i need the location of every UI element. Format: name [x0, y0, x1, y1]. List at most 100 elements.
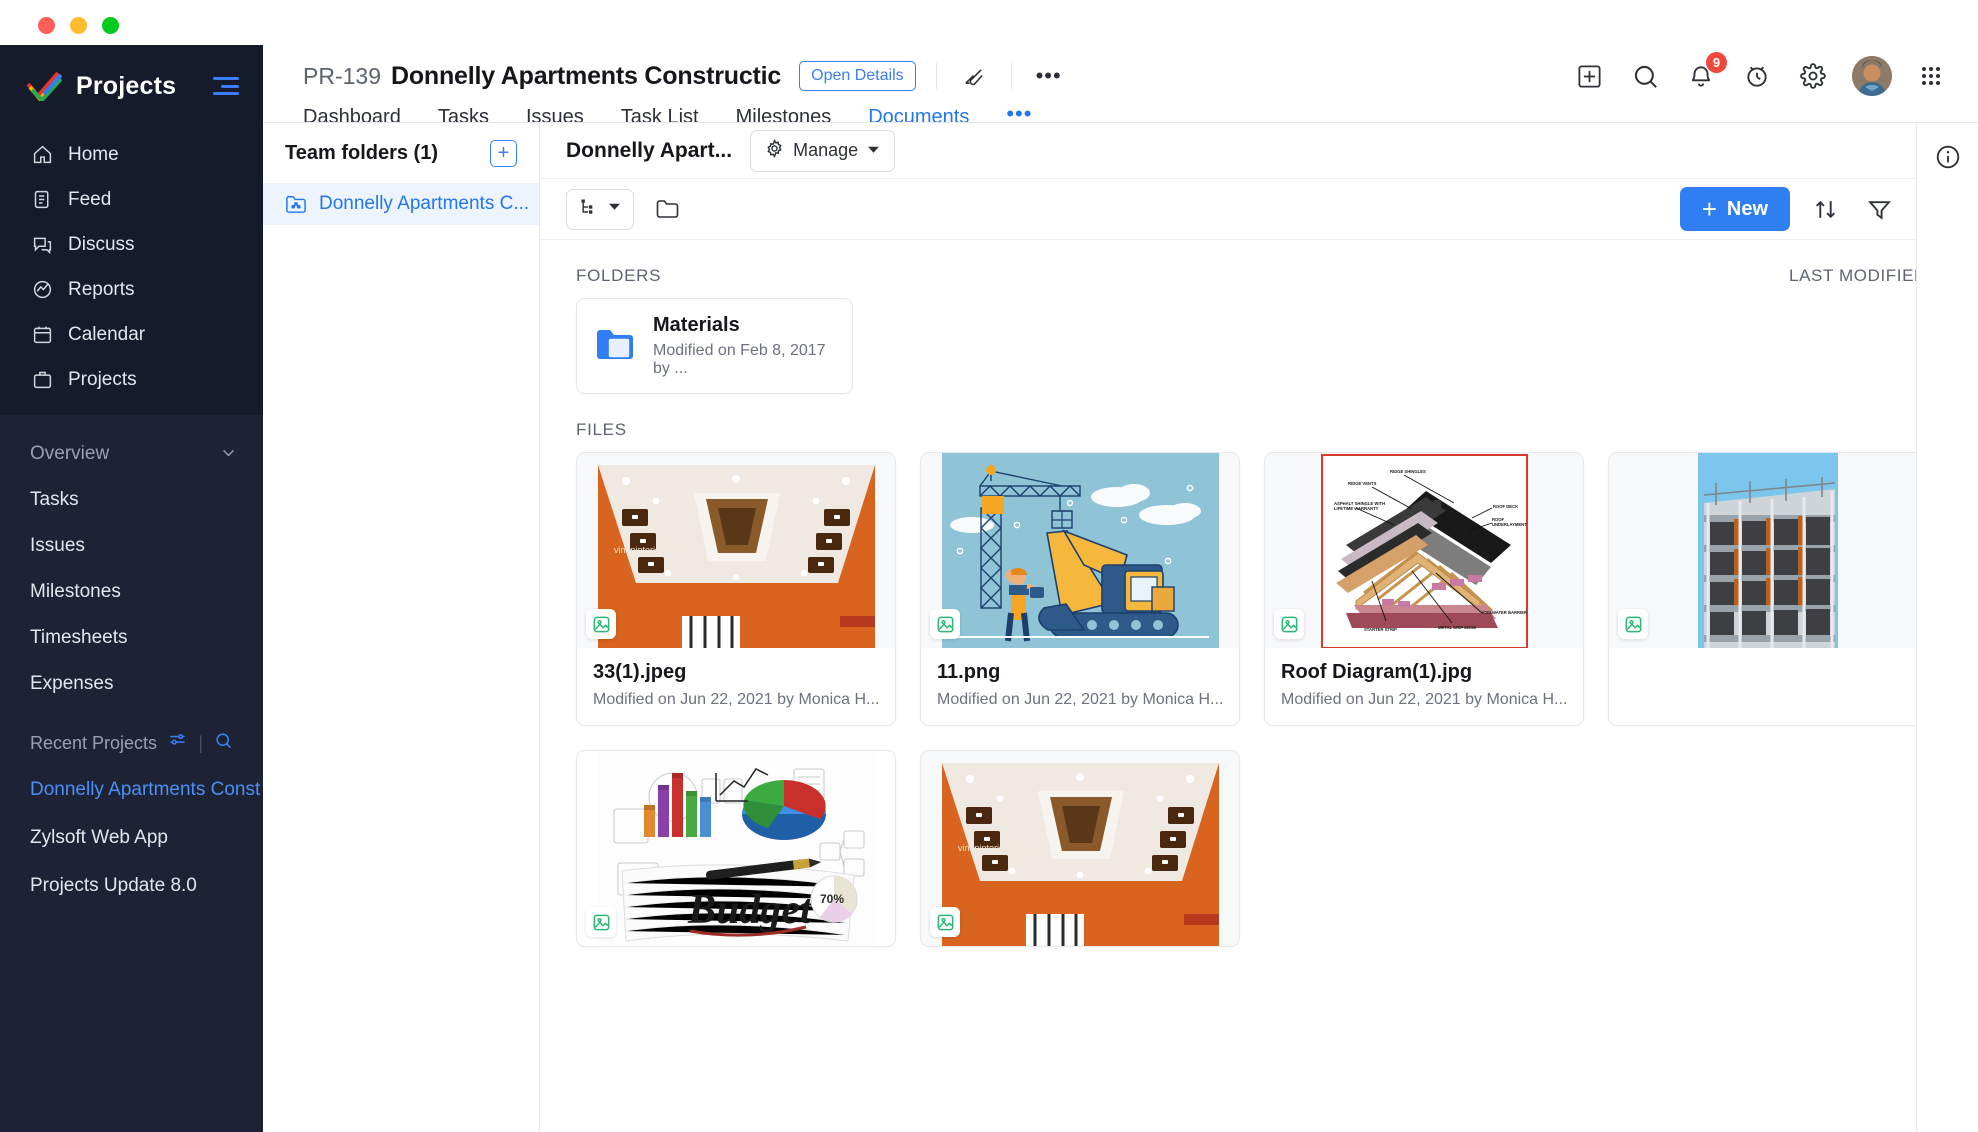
sidebar-item-discuss[interactable]: Discuss [0, 227, 263, 262]
team-folders-header: Team folders (1) + [263, 123, 539, 183]
gear-icon[interactable] [1796, 59, 1830, 93]
info-icon[interactable] [1931, 140, 1965, 174]
file-name: 33(1).jpeg [593, 661, 879, 684]
documents-panel: Donnelly Apart... Manage [540, 123, 1978, 1132]
notifications-icon[interactable]: 9 [1684, 59, 1718, 93]
close-window-button[interactable] [38, 17, 55, 34]
file-card[interactable]: 11.png Modified on Jun 22, 2021 by Monic… [920, 452, 1240, 726]
sidebar-subitem-label: Timesheets [30, 627, 128, 649]
window-controls [38, 17, 119, 34]
window-titlebar [0, 0, 1978, 45]
sidebar-item-feed[interactable]: Feed [0, 182, 263, 217]
view-tree-selector[interactable] [566, 189, 634, 230]
sidebar-item-reports[interactable]: Reports [0, 272, 263, 307]
file-card[interactable]: vinupinteriorhomes [920, 750, 1240, 947]
sidebar-main-nav: Home Feed Discuss Reports [0, 127, 263, 415]
sidebar-item-expenses[interactable]: Expenses [0, 666, 263, 701]
files-section-label: FILES [576, 420, 627, 440]
recent-project-item[interactable]: Projects Update 8.0 [0, 869, 263, 903]
file-meta: Modified on Jun 22, 2021 by Monica H... [937, 691, 1223, 709]
file-card[interactable]: vinupinteriorhomes 33(1).jpeg Modified o… [576, 452, 896, 726]
sidebar-overview-label: Overview [30, 443, 109, 465]
briefcase-icon [30, 368, 54, 392]
recent-project-item[interactable]: Zylsoft Web App [0, 821, 263, 855]
projects-logo-icon [26, 71, 62, 101]
folder-icon [595, 326, 637, 367]
file-card[interactable]: RIDGE SHINGLES RIDGE VENTS ASPHALT SHING… [1264, 452, 1584, 726]
filter-settings-icon[interactable] [168, 731, 187, 755]
app-grid-icon[interactable] [1914, 59, 1948, 93]
sidebar-item-timesheets[interactable]: Timesheets [0, 620, 263, 655]
attach-icon[interactable] [957, 59, 991, 93]
documents-toolbar: + New [540, 178, 1978, 240]
svg-text:RIDGE SHINGLES: RIDGE SHINGLES [1390, 469, 1426, 474]
svg-text:vinupinteriorhomes: vinupinteriorhomes [958, 843, 1035, 853]
svg-text:70%: 70% [820, 892, 844, 906]
avatar[interactable] [1852, 56, 1892, 96]
divider [1011, 63, 1012, 89]
minimize-window-button[interactable] [70, 17, 87, 34]
open-details-button[interactable]: Open Details [799, 61, 916, 91]
svg-text:ICE&WATER BARRIER: ICE&WATER BARRIER [1482, 610, 1527, 615]
shared-folder-icon [285, 194, 307, 214]
svg-text:STARTER STRIP: STARTER STRIP [1364, 627, 1397, 632]
svg-text:ROOF DECK: ROOF DECK [1493, 504, 1518, 509]
new-button[interactable]: + New [1680, 187, 1790, 231]
sidebar-brand[interactable]: Projects [0, 45, 263, 127]
sidebar-subitem-label: Expenses [30, 673, 113, 695]
search-recent-icon[interactable] [214, 731, 233, 755]
image-file-type-icon [930, 609, 960, 639]
manage-button[interactable]: Manage [750, 130, 895, 172]
sidebar-item-projects[interactable]: Projects [0, 362, 263, 397]
add-team-folder-button[interactable]: + [490, 140, 517, 167]
header-title-row: PR-139 Donnelly Apartments Constructic O… [263, 45, 1978, 97]
add-icon[interactable] [1572, 59, 1606, 93]
team-folder-item[interactable]: Donnelly Apartments C... [263, 183, 539, 225]
team-folder-label: Donnelly Apartments C... [319, 193, 529, 215]
team-folders-pane: Team folders (1) + Donnelly Apartments C… [263, 123, 540, 1132]
team-folders-title: Team folders (1) [285, 142, 438, 165]
filter-icon[interactable] [1860, 190, 1898, 228]
sort-icon[interactable] [1806, 190, 1844, 228]
search-icon[interactable] [1628, 59, 1662, 93]
sidebar-item-calendar[interactable]: Calendar [0, 317, 263, 352]
image-file-type-icon [586, 609, 616, 639]
chevron-down-icon [608, 200, 621, 218]
sidebar-item-label: Calendar [68, 324, 145, 346]
files-section-header: FILES [566, 394, 1952, 452]
recent-projects-header: Recent Projects | [0, 727, 263, 759]
project-code: PR-139 [303, 63, 381, 90]
svg-text:Budget: Budget [687, 887, 813, 933]
maximize-window-button[interactable] [102, 17, 119, 34]
title-more-icon[interactable]: ••• [1032, 59, 1066, 93]
folder-icon[interactable] [648, 190, 686, 228]
folders-section-header: FOLDERS LAST MODIFIED ↓ [566, 240, 1952, 298]
toolbar-right-actions: + New [1680, 187, 1952, 231]
sidebar-item-label: Reports [68, 279, 135, 301]
sidebar-subitem-label: Milestones [30, 581, 121, 603]
sidebar-brand-label: Projects [76, 72, 176, 101]
sidebar-overview-header[interactable]: Overview [0, 437, 263, 471]
sidebar-toggle-icon[interactable] [213, 77, 239, 95]
app-window: Projects Home Feed D [0, 0, 1978, 1132]
timer-icon[interactable] [1740, 59, 1774, 93]
file-thumbnail: Budget [577, 751, 895, 946]
sidebar-overview-section: Overview Tasks Issues Milestones Timeshe… [0, 437, 263, 701]
file-card[interactable] [1608, 452, 1928, 726]
recent-project-item[interactable]: Donnelly Apartments Const [0, 773, 263, 807]
sidebar-subitem-label: Issues [30, 535, 85, 557]
file-meta: Modified on Jun 22, 2021 by Monica H... [593, 691, 879, 709]
top-header: PR-139 Donnelly Apartments Constructic O… [263, 45, 1978, 122]
sidebar-item-issues[interactable]: Issues [0, 528, 263, 563]
reports-icon [30, 278, 54, 302]
plus-icon: + [1702, 196, 1717, 222]
sidebar-item-tasks[interactable]: Tasks [0, 482, 263, 517]
recent-project-label: Zylsoft Web App [30, 827, 168, 849]
file-card[interactable]: Budget [576, 750, 896, 947]
files-grid: vinupinteriorhomes 33(1).jpeg Modified o… [566, 452, 1952, 947]
sidebar: Projects Home Feed D [0, 45, 263, 1132]
folder-card[interactable]: Materials Modified on Feb 8, 2017 by ... [576, 298, 853, 394]
sidebar-item-milestones[interactable]: Milestones [0, 574, 263, 609]
image-file-type-icon [1618, 609, 1648, 639]
sidebar-item-home[interactable]: Home [0, 137, 263, 172]
